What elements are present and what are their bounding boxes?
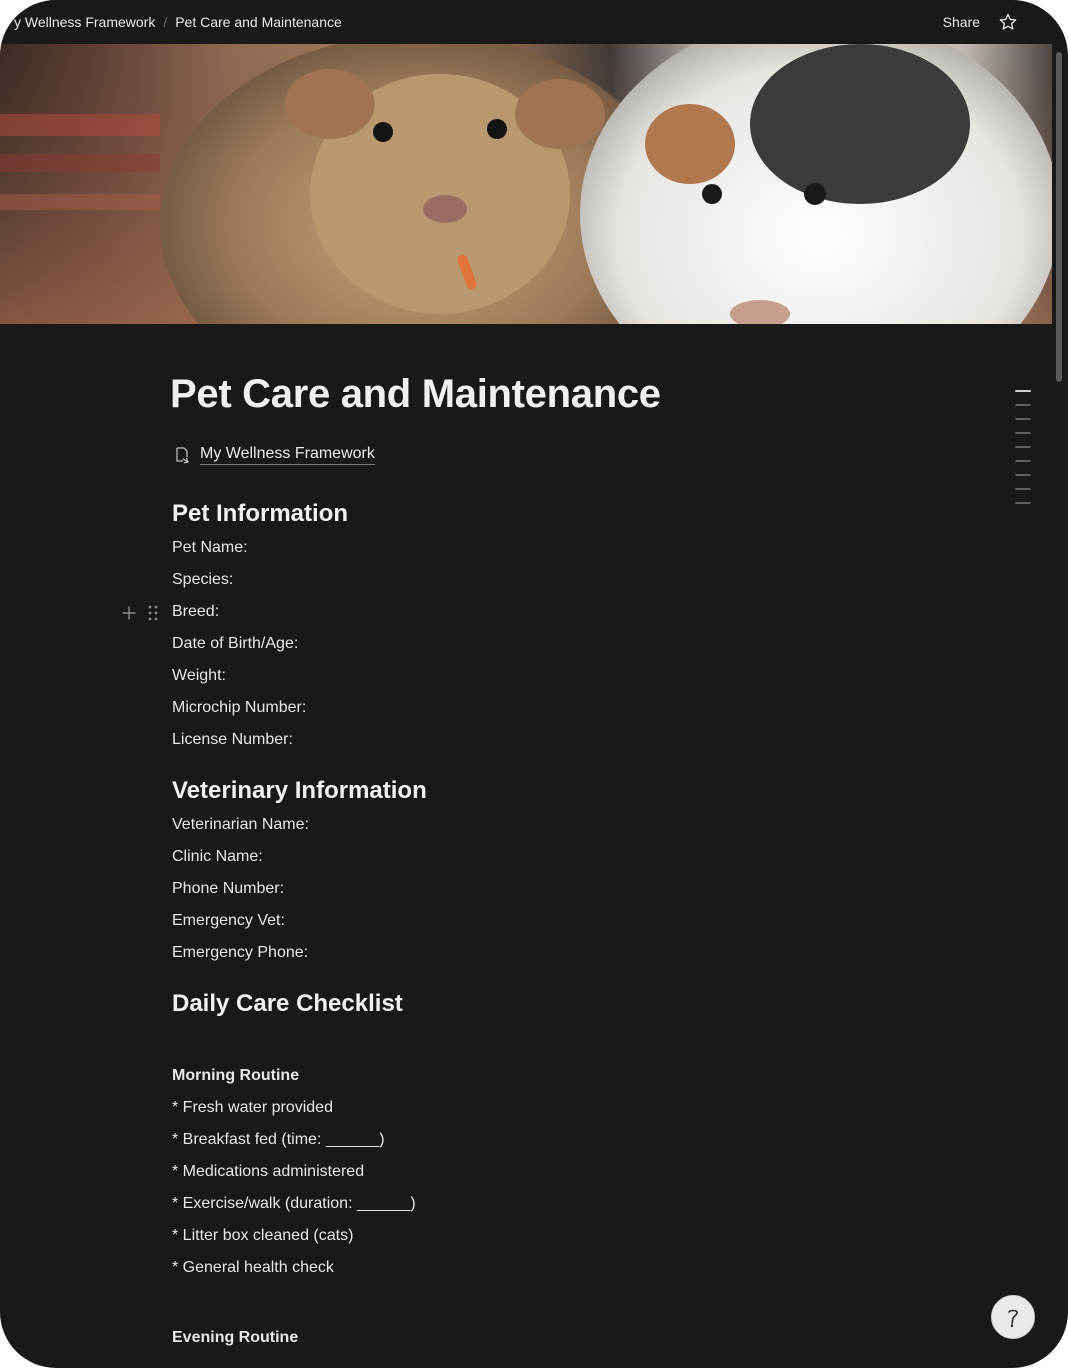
subheading-evening-routine[interactable]: Evening Routine: [172, 1322, 992, 1354]
toc-item[interactable]: [1015, 474, 1031, 476]
field-breed[interactable]: Breed:: [172, 596, 992, 628]
field-pet-name[interactable]: Pet Name:: [172, 532, 992, 564]
page-content: Pet Information Pet Name: Species: Breed…: [172, 496, 992, 1354]
toc-item[interactable]: [1015, 446, 1031, 448]
star-icon[interactable]: [998, 12, 1018, 32]
toc-item[interactable]: [1015, 488, 1031, 490]
table-of-contents[interactable]: [1015, 390, 1033, 516]
breadcrumb-item-current[interactable]: Pet Care and Maintenance: [175, 14, 342, 30]
checklist-item[interactable]: * Medications administered: [172, 1156, 992, 1188]
cover-illustration: [0, 44, 1052, 324]
breadcrumb: y Wellness Framework / Pet Care and Main…: [14, 14, 342, 30]
heading-pet-information[interactable]: Pet Information: [172, 496, 992, 532]
toc-item[interactable]: [1015, 432, 1031, 434]
field-phone[interactable]: Phone Number:: [172, 873, 992, 905]
app-window: y Wellness Framework / Pet Care and Main…: [0, 0, 1068, 1368]
toc-item[interactable]: [1015, 404, 1031, 406]
field-microchip[interactable]: Microchip Number:: [172, 692, 992, 724]
field-date-of-birth[interactable]: Date of Birth/Age:: [172, 628, 992, 660]
top-bar: y Wellness Framework / Pet Care and Main…: [0, 0, 1068, 44]
parent-page-link[interactable]: My Wellness Framework: [172, 444, 375, 465]
drag-handle-icon[interactable]: [144, 602, 162, 624]
heading-veterinary-information[interactable]: Veterinary Information: [172, 773, 992, 809]
breadcrumb-separator: /: [163, 14, 168, 30]
page-title[interactable]: Pet Care and Maintenance: [170, 372, 661, 417]
toc-item[interactable]: [1015, 390, 1031, 392]
checklist-item[interactable]: * Exercise/walk (duration: ______): [172, 1188, 992, 1220]
help-button[interactable]: [991, 1295, 1035, 1339]
checklist-item[interactable]: * Breakfast fed (time: ______): [172, 1124, 992, 1156]
scrollbar-thumb[interactable]: [1056, 52, 1062, 382]
field-clinic-name[interactable]: Clinic Name:: [172, 841, 992, 873]
field-vet-name[interactable]: Veterinarian Name:: [172, 809, 992, 841]
field-license[interactable]: License Number:: [172, 724, 992, 756]
help-icon: [1008, 1309, 1018, 1328]
toc-item[interactable]: [1015, 418, 1031, 420]
subheading-morning-routine[interactable]: Morning Routine: [172, 1060, 992, 1092]
field-weight[interactable]: Weight:: [172, 660, 992, 692]
checklist-item[interactable]: * Litter box cleaned (cats): [172, 1220, 992, 1252]
field-emergency-phone[interactable]: Emergency Phone:: [172, 937, 992, 969]
top-actions: Share: [943, 0, 1018, 44]
heading-daily-care-checklist[interactable]: Daily Care Checklist: [172, 986, 992, 1022]
plus-icon[interactable]: [120, 602, 138, 624]
share-button[interactable]: Share: [943, 14, 980, 30]
scrollbar[interactable]: [1054, 44, 1064, 1368]
toc-item[interactable]: [1015, 502, 1031, 504]
toc-item[interactable]: [1015, 460, 1031, 462]
field-emergency-vet[interactable]: Emergency Vet:: [172, 905, 992, 937]
checklist-item[interactable]: * Fresh water provided: [172, 1092, 992, 1124]
page-link-icon: [176, 446, 189, 463]
checklist-item[interactable]: * General health check: [172, 1252, 992, 1284]
breadcrumb-item-parent[interactable]: y Wellness Framework: [14, 14, 155, 30]
field-species[interactable]: Species:: [172, 564, 992, 596]
parent-link-label[interactable]: My Wellness Framework: [200, 444, 375, 465]
block-handles: [120, 602, 162, 624]
cover-image[interactable]: [0, 44, 1052, 324]
